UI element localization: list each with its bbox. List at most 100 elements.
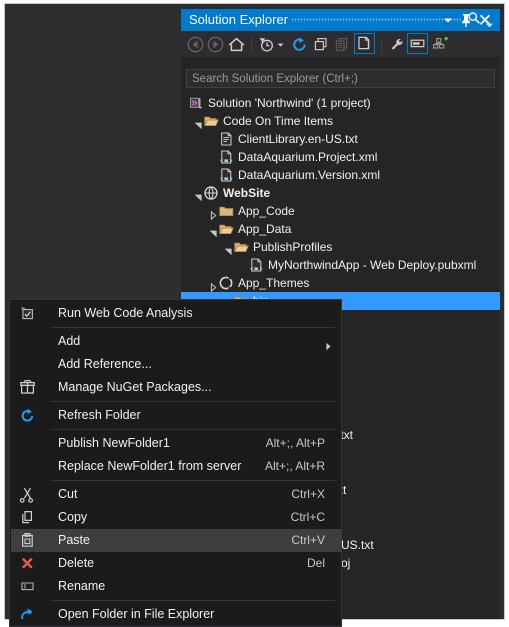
menu-item-label: Add Reference... — [58, 357, 152, 371]
menu-item-add-reference[interactable]: Add Reference... — [11, 353, 342, 376]
chevron-down-icon[interactable] — [194, 117, 203, 130]
menu-item-replace-newfolder1-from-server[interactable]: Replace NewFolder1 from server Alt+;, Alt… — [11, 455, 342, 478]
website-icon — [204, 186, 219, 200]
run-code-analysis-icon — [19, 305, 36, 322]
xml-file-icon — [249, 258, 264, 272]
menu-item-publish-newfolder1[interactable]: Publish NewFolder1 Alt+;, Alt+P — [11, 432, 342, 455]
folder-open-icon — [204, 114, 219, 128]
menu-item-label: Cut — [58, 487, 78, 501]
screenshot-root: Solution Explorer Search Solution Explor… — [0, 0, 509, 627]
show-all-files-icon[interactable] — [332, 35, 352, 54]
pending-changes-icon[interactable] — [256, 35, 276, 54]
tree-item-label: DataAquarium.Version.xml — [238, 168, 381, 182]
search-placeholder: Search Solution Explorer (Ctrl+;) — [192, 73, 358, 85]
rename-icon — [19, 578, 36, 595]
menu-item-copy[interactable]: Copy Ctrl+C — [11, 506, 342, 529]
menu-separator — [50, 480, 335, 481]
theme-icon — [219, 276, 234, 290]
search-dropdown-icon[interactable] — [485, 16, 494, 34]
tree-item-label: Solution 'Northwind' (1 project) — [208, 96, 371, 110]
menu-separator — [50, 429, 335, 430]
search-icon[interactable] — [467, 11, 481, 30]
toolbar-separator-2 — [381, 37, 382, 52]
menu-item-shortcut: Del — [306, 556, 325, 570]
menu-item-label: Copy — [58, 510, 88, 524]
tree-item-label: MyNorthwindApp - Web Deploy.pubxml — [268, 258, 477, 272]
tree-item-app-themes[interactable]: App_Themes — [181, 274, 500, 293]
tree-item-solution-northwind-1-project[interactable]: Solution 'Northwind' (1 project) — [181, 94, 500, 112]
menu-item-shortcut: Ctrl+X — [291, 487, 325, 501]
tree-item-clientlibrary-en-us-txt[interactable]: ClientLibrary.en-US.txt — [181, 130, 500, 148]
tree-item-mynorthwindapp-web-deploy-pubxml[interactable]: MyNorthwindApp - Web Deploy.pubxml — [181, 256, 500, 274]
solution-explorer-toolbar — [181, 31, 500, 57]
tree-item-dataaquarium-project-xml[interactable]: DataAquarium.Project.xml — [181, 148, 500, 166]
tree-item-code-on-time-items[interactable]: Code On Time Items — [181, 112, 500, 130]
menu-item-label: Refresh Folder — [58, 408, 141, 422]
menu-item-shortcut: Alt+;, Alt+R — [264, 459, 325, 473]
delete-icon — [19, 555, 36, 572]
chevron-right-icon[interactable] — [209, 279, 218, 293]
menu-item-label: Delete — [58, 556, 95, 570]
menu-item-delete[interactable]: Delete Del — [11, 552, 342, 575]
tree-item-label-occluded: -US.txt — [337, 538, 374, 552]
chevron-down-icon[interactable] — [440, 12, 456, 28]
menu-item-label: Paste — [58, 533, 90, 547]
title-drag-dots — [291, 18, 461, 22]
copy-icon — [19, 509, 36, 526]
menu-item-manage-nuget-packages[interactable]: Manage NuGet Packages... — [11, 376, 342, 399]
tree-item-label: ClientLibrary.en-US.txt — [238, 132, 358, 146]
menu-item-refresh-folder[interactable]: Refresh Folder — [11, 404, 342, 427]
menu-item-rename[interactable]: Rename — [11, 575, 342, 598]
nuget-icon — [19, 379, 36, 396]
xml-file-icon — [219, 168, 234, 182]
menu-item-label: Publish NewFolder1 — [58, 436, 170, 450]
tree-item-label: App_Themes — [238, 276, 310, 290]
menu-item-run-web-code-analysis[interactable]: Run Web Code Analysis — [11, 302, 342, 325]
menu-item-label: Run Web Code Analysis — [58, 306, 193, 320]
menu-item-cut[interactable]: Cut Ctrl+X — [11, 483, 342, 506]
forward-icon[interactable] — [205, 35, 225, 54]
menu-separator — [50, 327, 335, 328]
panel-title: Solution Explorer — [189, 12, 288, 27]
search-input[interactable]: Search Solution Explorer (Ctrl+;) — [186, 69, 495, 88]
chevron-down-icon[interactable] — [209, 225, 218, 238]
chevron-right-icon[interactable] — [209, 207, 218, 221]
tree-item-label: WebSite — [223, 186, 271, 200]
panel-title-bar: Solution Explorer — [181, 9, 500, 31]
refresh-icon[interactable] — [289, 35, 309, 54]
properties-icon[interactable] — [387, 35, 407, 54]
tree-item-label: App_Code — [238, 204, 295, 218]
folder-open-icon — [234, 240, 249, 254]
menu-item-label: Replace NewFolder1 from server — [58, 459, 242, 473]
tree-item-label: Code On Time Items — [223, 114, 334, 128]
tree-item-dataaquarium-version-xml[interactable]: DataAquarium.Version.xml — [181, 166, 500, 184]
collapse-all-icon[interactable] — [311, 35, 331, 54]
property-pages-icon[interactable] — [407, 33, 428, 54]
back-icon[interactable] — [185, 35, 205, 54]
text-file-icon — [219, 132, 234, 146]
menu-item-shortcut: Ctrl+V — [291, 533, 325, 547]
tree-item-label: App_Data — [238, 222, 292, 236]
tree-item-app-data[interactable]: App_Data — [181, 220, 500, 238]
menu-item-label: Manage NuGet Packages... — [58, 380, 212, 394]
pending-changes-dropdown-icon[interactable] — [275, 35, 286, 54]
refresh-icon — [19, 407, 36, 424]
folder-open-icon — [219, 222, 234, 236]
menu-item-shortcut: Ctrl+C — [290, 510, 325, 524]
tree-item-app-code[interactable]: App_Code — [181, 202, 500, 221]
class-view-icon[interactable] — [431, 35, 451, 54]
menu-item-paste[interactable]: Paste Ctrl+V — [11, 529, 342, 552]
menu-separator — [50, 600, 335, 601]
tree-item-publishprofiles[interactable]: PublishProfiles — [181, 238, 500, 256]
home-icon[interactable] — [226, 35, 246, 54]
chevron-down-icon[interactable] — [194, 189, 203, 202]
paste-icon — [19, 532, 36, 549]
menu-item-label: Rename — [58, 579, 106, 593]
menu-item-label: Add — [58, 334, 81, 348]
tree-item-website[interactable]: WebSite — [181, 184, 500, 202]
preview-selected-items-icon[interactable] — [354, 33, 375, 54]
menu-item-add[interactable]: Add — [11, 330, 342, 353]
chevron-down-icon[interactable] — [224, 243, 233, 256]
menu-item-shortcut: Alt+;, Alt+P — [265, 436, 325, 450]
tree-item-label: DataAquarium.Project.xml — [238, 150, 378, 164]
